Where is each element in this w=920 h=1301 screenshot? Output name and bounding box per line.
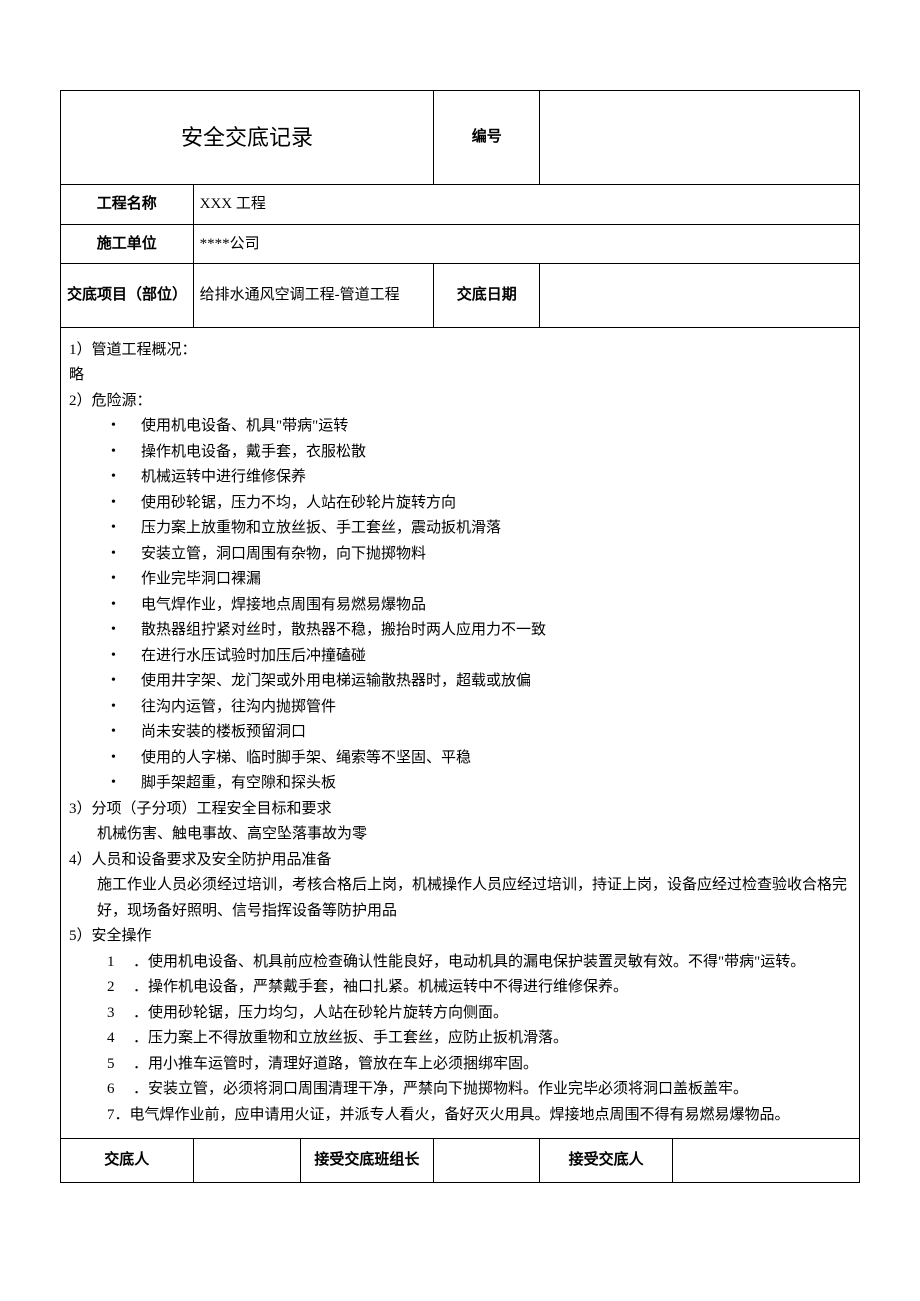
op-num: 3 <box>107 1001 133 1027</box>
disclosure-item-label: 交底项目（部位） <box>61 264 194 328</box>
list-item: 机械运转中进行维修保养 <box>111 465 851 491</box>
disclosure-date-label: 交底日期 <box>434 264 540 328</box>
op-item-2: 2．操作机电设备，严禁戴手套，袖口扎紧。机械运转中不得进行维修保养。 <box>69 975 851 1001</box>
op-text: ．使用砂轮锯，压力均匀，人站在砂轮片旋转方向侧面。 <box>133 1005 512 1021</box>
list-item: 脚手架超重，有空隙和探头板 <box>111 771 851 797</box>
list-item: 使用机电设备、机具"带病"运转 <box>111 414 851 440</box>
op-text: ．安装立管，必须将洞口周围清理干净，严禁向下抛掷物料。作业完毕必须将洞口盖板盖牢… <box>133 1081 752 1097</box>
leader-label: 接受交底班组长 <box>300 1139 433 1183</box>
op-num: 6 <box>107 1077 133 1103</box>
disclosure-item-value: 给排水通风空调工程-管道工程 <box>193 264 433 328</box>
op-item-6: 6．安装立管，必须将洞口周围清理干净，严禁向下抛掷物料。作业完毕必须将洞口盖板盖… <box>69 1077 851 1103</box>
hazard-list: 使用机电设备、机具"带病"运转 操作机电设备，戴手套，衣服松散 机械运转中进行维… <box>69 414 851 797</box>
op-item-7: 7．电气焊作业前，应申请用火证，并派专人看火，备好灭火用具。焊接地点周围不得有易… <box>69 1103 851 1129</box>
doc-title: 安全交底记录 <box>61 91 434 185</box>
section2-title: 2）危险源： <box>69 389 851 415</box>
section1-title: 1）管道工程概况： <box>69 338 851 364</box>
list-item: 尚未安装的楼板预留洞口 <box>111 720 851 746</box>
op-item-5: 5．用小推车运管时，清理好道路，管放在车上必须捆绑牢固。 <box>69 1052 851 1078</box>
disclosure-date-value <box>540 264 860 328</box>
op-item-4: 4．压力案上不得放重物和立放丝扳、手工套丝，应防止扳机滑落。 <box>69 1026 851 1052</box>
list-item: 使用井字架、龙门架或外用电梯运输散热器时，超载或放偏 <box>111 669 851 695</box>
receiver-value <box>673 1139 860 1183</box>
leader-value <box>434 1139 540 1183</box>
section4-body: 施工作业人员必须经过培训，考核合格后上岗，机械操作人员应经过培训，持证上岗，设备… <box>69 873 851 924</box>
section3-body: 机械伤害、触电事故、高空坠落事故为零 <box>69 822 851 848</box>
project-name-value: XXX 工程 <box>193 185 859 225</box>
list-item: 使用的人字梯、临时脚手架、绳索等不坚固、平稳 <box>111 746 851 772</box>
discloser-label: 交底人 <box>61 1139 194 1183</box>
list-item: 操作机电设备，戴手套，衣服松散 <box>111 440 851 466</box>
safety-disclosure-table: 安全交底记录 编号 工程名称 XXX 工程 施工单位 ****公司 交底项目（部… <box>60 90 860 1183</box>
project-name-label: 工程名称 <box>61 185 194 225</box>
op-num: 4 <box>107 1026 133 1052</box>
list-item: 散热器组拧紧对丝时，散热器不稳，搬抬时两人应用力不一致 <box>111 618 851 644</box>
discloser-value <box>193 1139 300 1183</box>
number-value <box>540 91 860 185</box>
list-item: 往沟内运管，往沟内抛掷管件 <box>111 695 851 721</box>
op-item-3: 3．使用砂轮锯，压力均匀，人站在砂轮片旋转方向侧面。 <box>69 1001 851 1027</box>
list-item: 压力案上放重物和立放丝扳、手工套丝，震动扳机滑落 <box>111 516 851 542</box>
op-num: 1 <box>107 950 133 976</box>
list-item: 在进行水压试验时加压后冲撞磕碰 <box>111 644 851 670</box>
list-item: 安装立管，洞口周围有杂物，向下抛掷物料 <box>111 542 851 568</box>
list-item: 电气焊作业，焊接地点周围有易燃易爆物品 <box>111 593 851 619</box>
op-num: 5 <box>107 1052 133 1078</box>
receiver-label: 接受交底人 <box>540 1139 673 1183</box>
construction-unit-label: 施工单位 <box>61 224 194 264</box>
list-item: 使用砂轮锯，压力不均，人站在砂轮片旋转方向 <box>111 491 851 517</box>
list-item: 作业完毕洞口裸漏 <box>111 567 851 593</box>
section1-body: 略 <box>69 363 851 389</box>
op-num: 2 <box>107 975 133 1001</box>
op-item-1: 1．使用机电设备、机具前应检查确认性能良好，电动机具的漏电保护装置灵敏有效。不得… <box>69 950 851 976</box>
construction-unit-value: ****公司 <box>193 224 859 264</box>
number-label: 编号 <box>434 91 540 185</box>
section5-title: 5）安全操作 <box>69 924 851 950</box>
op-text: ．用小推车运管时，清理好道路，管放在车上必须捆绑牢固。 <box>133 1056 542 1072</box>
section3-title: 3）分项（子分项）工程安全目标和要求 <box>69 797 851 823</box>
section4-title: 4）人员和设备要求及安全防护用品准备 <box>69 848 851 874</box>
op-text: ．使用机电设备、机具前应检查确认性能良好，电动机具的漏电保护装置灵敏有效。不得"… <box>133 954 805 970</box>
content-body: 1）管道工程概况： 略 2）危险源： 使用机电设备、机具"带病"运转 操作机电设… <box>61 327 860 1139</box>
op-text: ．操作机电设备，严禁戴手套，袖口扎紧。机械运转中不得进行维修保养。 <box>133 979 632 995</box>
op-text: ．压力案上不得放重物和立放丝扳、手工套丝，应防止扳机滑落。 <box>133 1030 572 1046</box>
